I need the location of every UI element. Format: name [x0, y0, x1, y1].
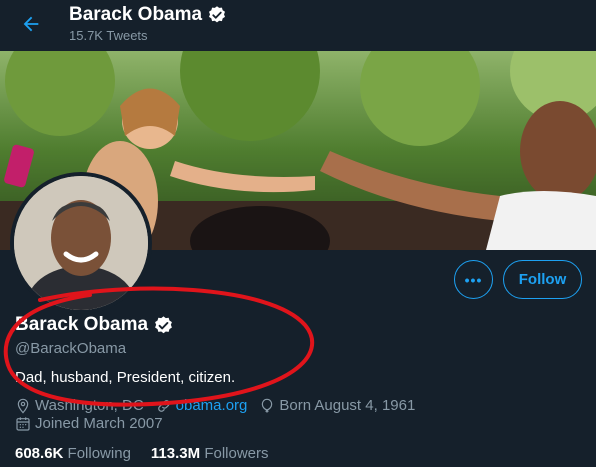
avatar	[14, 176, 148, 310]
verified-badge-icon	[209, 6, 226, 23]
website-item[interactable]: obama.org	[156, 397, 248, 414]
followers-stat[interactable]: 113.3M Followers	[151, 445, 269, 462]
verified-badge-icon	[155, 315, 172, 333]
avatar-photo	[14, 176, 148, 310]
calendar-icon	[16, 416, 30, 431]
following-label: Following	[67, 445, 131, 462]
location-text: Washington, DC	[35, 397, 144, 414]
tweet-count: 15.7K Tweets	[69, 28, 148, 43]
website-link[interactable]: obama.org	[176, 397, 248, 414]
profile-joined-row: Joined March 2007	[15, 415, 175, 432]
birthday-text: Born August 4, 1961	[279, 397, 416, 414]
follow-stats: 608.6K Following 113.3M Followers	[15, 445, 269, 462]
location-pin-icon	[17, 398, 29, 414]
location-item: Washington, DC	[15, 397, 144, 414]
birthday-item: Born August 4, 1961	[259, 397, 415, 414]
profile-handle: @BarackObama	[15, 340, 127, 357]
following-count: 608.6K	[15, 445, 64, 462]
more-options-button[interactable]: •••	[454, 260, 493, 299]
followers-label: Followers	[204, 445, 269, 462]
profile-meta-row: Washington, DC obama.org Born August 4, …	[15, 397, 427, 414]
profile-name: Barack Obama	[15, 314, 174, 336]
following-stat[interactable]: 608.6K Following	[15, 445, 131, 462]
link-icon	[157, 399, 170, 412]
profile-bio: Dad, husband, President, citizen.	[15, 369, 236, 386]
balloon-icon	[262, 398, 273, 413]
profile-header-bar: Barack Obama 15.7K Tweets	[0, 0, 596, 50]
header-title: Barack Obama	[69, 4, 227, 26]
followers-count: 113.3M	[150, 445, 201, 462]
display-name: Barack Obama	[15, 314, 149, 335]
back-button[interactable]	[18, 11, 44, 37]
arrow-left-icon	[23, 16, 39, 32]
joined-text: Joined March 2007	[35, 415, 163, 432]
follow-button[interactable]: Follow	[503, 260, 582, 299]
profile-avatar[interactable]	[10, 172, 152, 314]
more-icon: •••	[464, 271, 483, 288]
header-name: Barack Obama	[69, 4, 203, 25]
joined-item: Joined March 2007	[15, 415, 163, 432]
